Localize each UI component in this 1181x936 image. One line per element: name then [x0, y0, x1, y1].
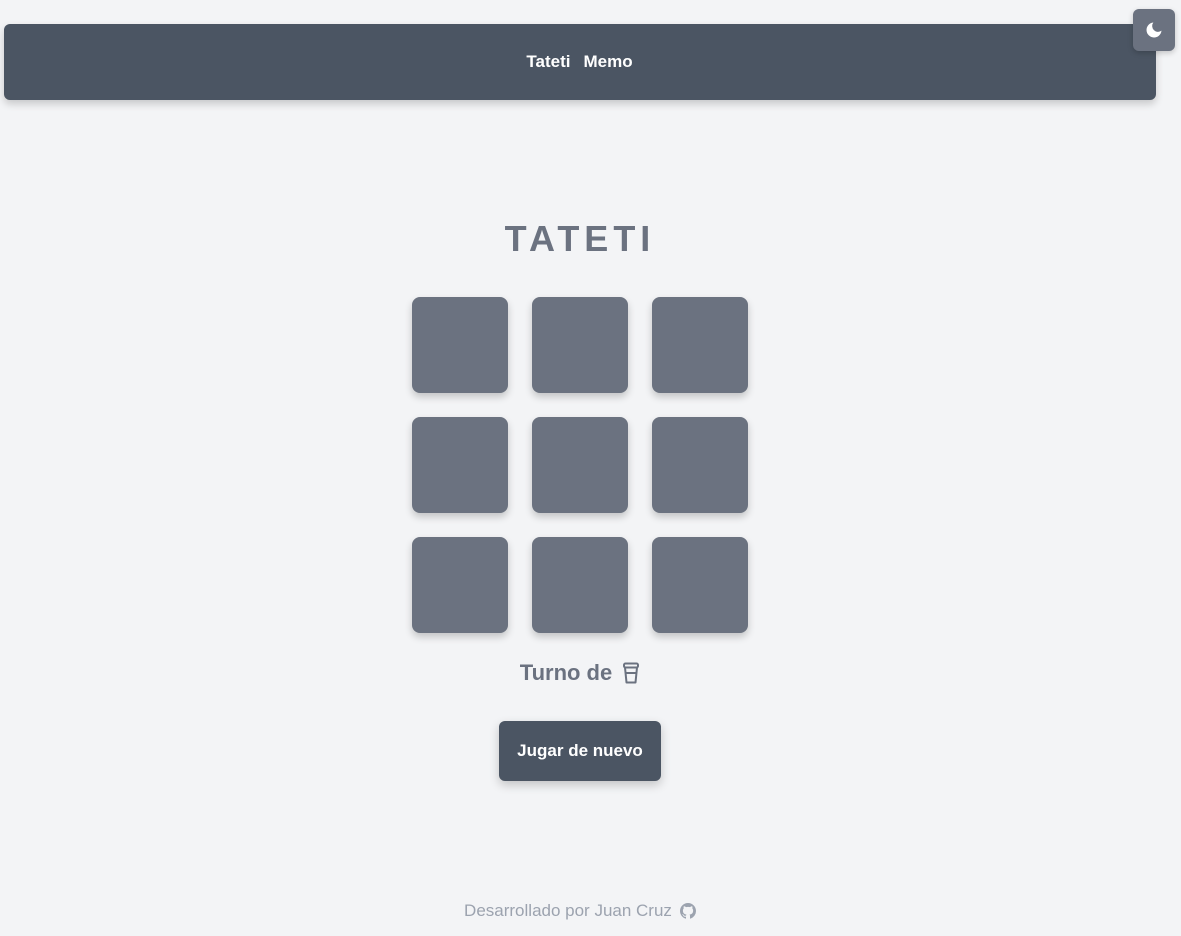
board-cell[interactable]: [412, 297, 508, 393]
board-cell[interactable]: [532, 417, 628, 513]
board-cell[interactable]: [412, 537, 508, 633]
board-cell[interactable]: [532, 537, 628, 633]
cup-icon: [623, 662, 640, 684]
nav-link-memo[interactable]: Memo: [582, 52, 633, 72]
page-title: TATETI: [504, 218, 656, 259]
board-cell[interactable]: [652, 537, 748, 633]
board-cell[interactable]: [532, 297, 628, 393]
board-cell[interactable]: [652, 297, 748, 393]
theme-toggle-button[interactable]: [1133, 9, 1175, 51]
turn-label: Turno de: [519, 660, 613, 685]
footer: Desarrollado por Juan Cruz: [0, 901, 1160, 921]
turn-indicator: Turno de: [0, 660, 1160, 686]
nav-link-tateti[interactable]: Tateti: [525, 52, 571, 72]
board-cell[interactable]: [412, 417, 508, 513]
moon-icon: [1146, 22, 1162, 38]
game-board: [412, 297, 748, 633]
play-again-button[interactable]: Jugar de nuevo: [499, 721, 661, 781]
navbar: Tateti Memo: [4, 24, 1156, 100]
footer-credit: Desarrollado por Juan Cruz: [464, 901, 672, 920]
board-cell[interactable]: [652, 417, 748, 513]
github-icon[interactable]: [679, 903, 696, 919]
